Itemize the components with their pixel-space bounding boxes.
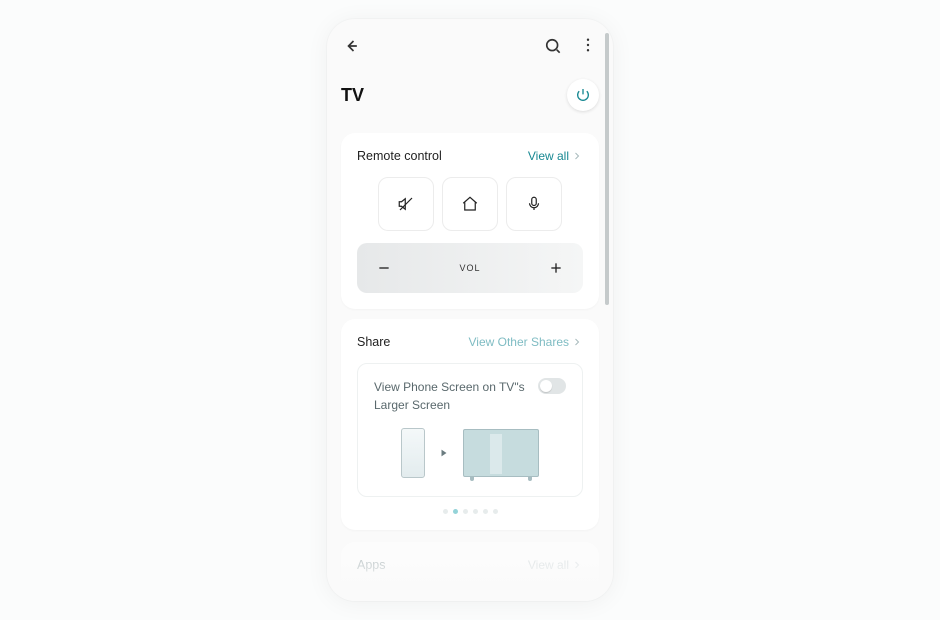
cast-illustration xyxy=(374,428,566,478)
page-title: TV xyxy=(341,85,364,106)
share-card: Share View Other Shares View Phone Scree… xyxy=(341,319,599,530)
share-title: Share xyxy=(357,335,390,349)
remote-title: Remote control xyxy=(357,149,442,163)
tv-illustration xyxy=(463,429,539,477)
mute-icon xyxy=(397,195,415,213)
page-dots[interactable] xyxy=(357,509,583,514)
phone-illustration xyxy=(401,428,425,478)
view-other-shares-label: View Other Shares xyxy=(469,335,570,349)
view-other-shares[interactable]: View Other Shares xyxy=(469,335,584,349)
power-button[interactable] xyxy=(567,79,599,111)
apps-title: Apps xyxy=(357,558,386,572)
cast-card: View Phone Screen on TV"s Larger Screen xyxy=(357,363,583,497)
phone-frame: TV Remote control View all xyxy=(327,19,613,601)
scrollbar[interactable] xyxy=(605,33,609,305)
search-icon[interactable] xyxy=(543,36,563,56)
mic-button[interactable] xyxy=(506,177,562,231)
cast-text-line2: Larger Screen xyxy=(374,396,525,414)
home-button[interactable] xyxy=(442,177,498,231)
cast-toggle[interactable] xyxy=(538,378,566,394)
more-icon[interactable] xyxy=(579,36,599,56)
cast-text-line1: View Phone Screen on TV"s xyxy=(374,378,525,396)
remote-card: Remote control View all VOL xyxy=(341,133,599,309)
volume-label: VOL xyxy=(459,263,480,273)
volume-control: VOL xyxy=(357,243,583,293)
status-bar xyxy=(341,33,599,59)
view-all-apps[interactable]: View all xyxy=(528,558,583,572)
view-all-apps-label: View all xyxy=(528,558,569,572)
volume-down[interactable] xyxy=(375,259,393,277)
view-all-remote[interactable]: View all xyxy=(528,149,583,163)
view-all-remote-label: View all xyxy=(528,149,569,163)
play-icon xyxy=(439,448,449,458)
mic-icon xyxy=(525,195,543,213)
back-icon[interactable] xyxy=(341,36,361,56)
apps-card: Apps View all xyxy=(341,542,599,588)
home-icon xyxy=(461,195,479,213)
volume-up[interactable] xyxy=(547,259,565,277)
mute-button[interactable] xyxy=(378,177,434,231)
